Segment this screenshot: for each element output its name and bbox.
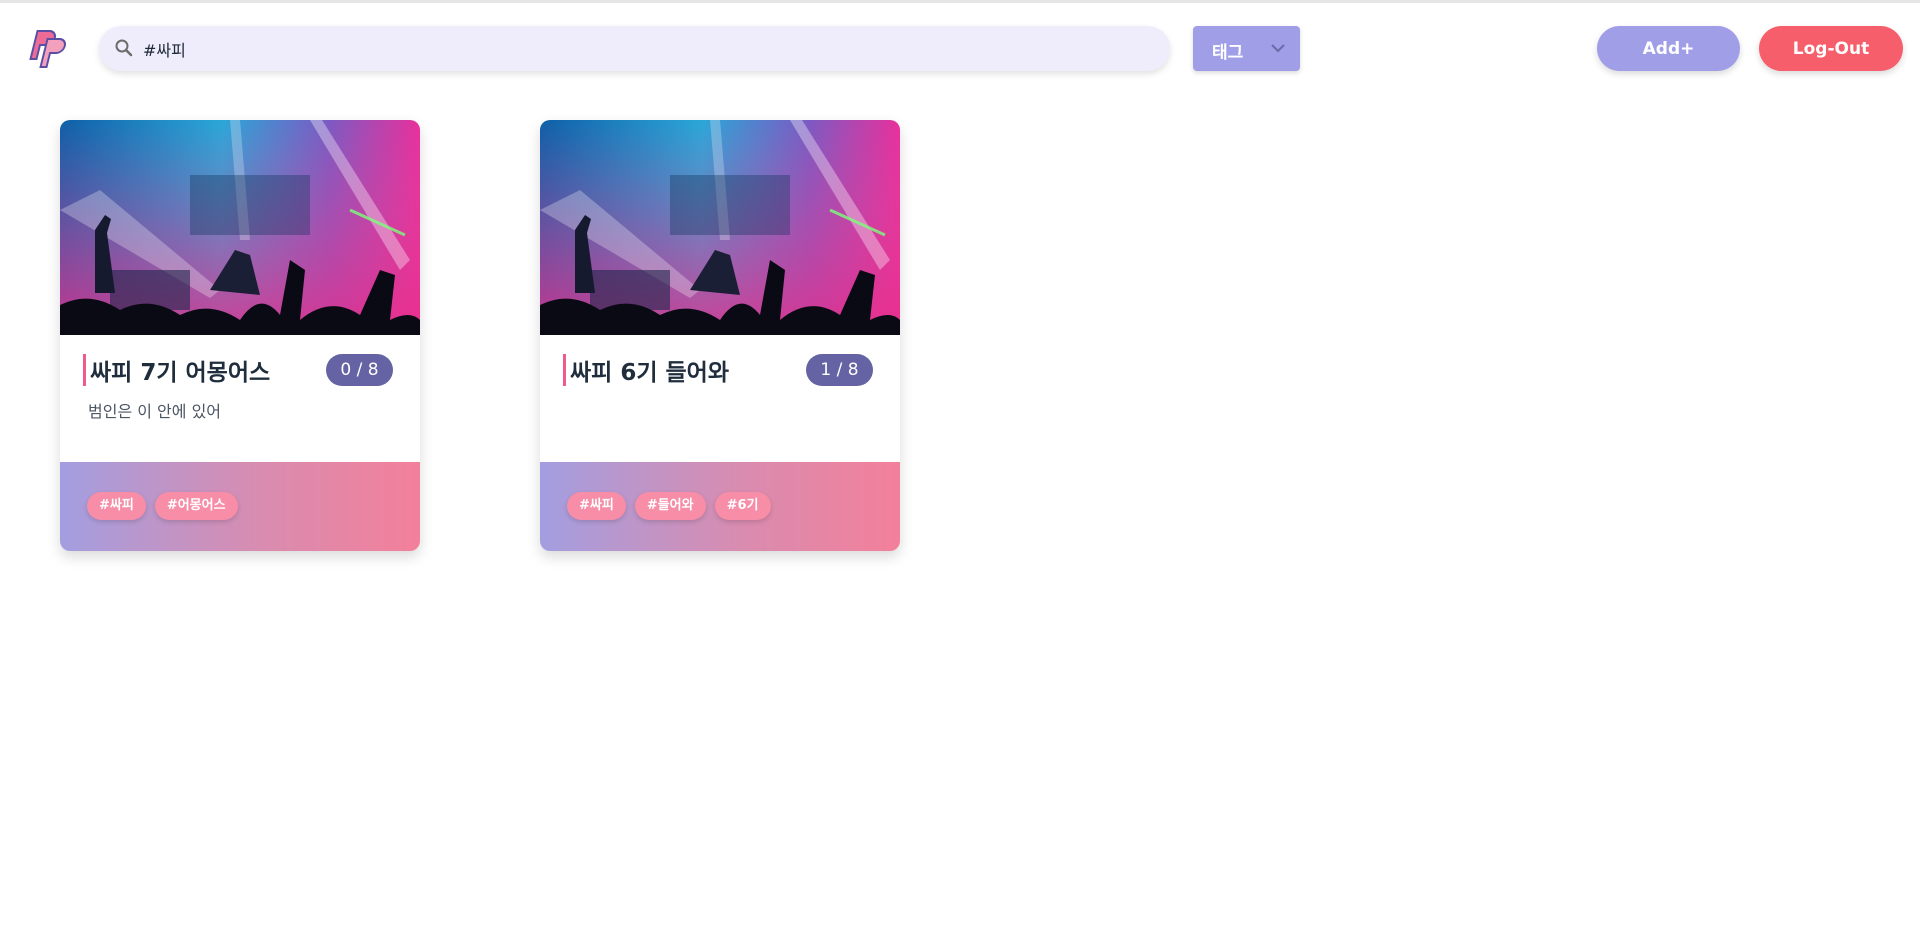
tag-chip[interactable]: #6기 [714,492,771,520]
tag-chip[interactable]: #싸피 [567,492,626,520]
top-border [0,0,1920,3]
search-bar[interactable] [99,26,1170,71]
tag-list: #싸피 #들어와 #6기 [567,492,771,520]
tag-filter-select[interactable]: 태그 [1193,26,1300,71]
room-title: 싸피 7기 어몽어스 [90,360,271,386]
logout-button[interactable]: Log-Out [1759,26,1903,71]
tag-chip[interactable]: #싸피 [87,492,146,520]
tag-chip[interactable]: #들어와 [634,492,706,520]
pp-logo[interactable] [25,25,73,73]
room-card[interactable]: 싸피 7기 어몽어스 0 / 8 범인은 이 안에 있어 #싸피 #어몽어스 [60,120,420,551]
tag-filter-label: 태그 [1212,43,1244,63]
room-title: 싸피 6기 들어와 [570,360,729,386]
chevron-down-icon [1271,44,1285,53]
room-description: 범인은 이 안에 있어 [88,402,222,421]
concert-image [540,120,900,335]
player-count-badge: 0 / 8 [326,354,393,386]
title-accent-bar [563,354,566,386]
search-input[interactable] [143,26,1143,71]
search-icon [115,39,133,57]
room-card[interactable]: 싸피 6기 들어와 1 / 8 #싸피 #들어와 #6기 [540,120,900,551]
add-room-button[interactable]: Add+ [1597,26,1740,71]
card-footer: #싸피 #어몽어스 [60,462,420,551]
concert-image [60,120,420,335]
tag-chip[interactable]: #어몽어스 [154,492,238,520]
player-count-badge: 1 / 8 [806,354,873,386]
tag-list: #싸피 #어몽어스 [87,492,238,520]
card-footer: #싸피 #들어와 #6기 [540,462,900,551]
title-accent-bar [83,354,86,386]
